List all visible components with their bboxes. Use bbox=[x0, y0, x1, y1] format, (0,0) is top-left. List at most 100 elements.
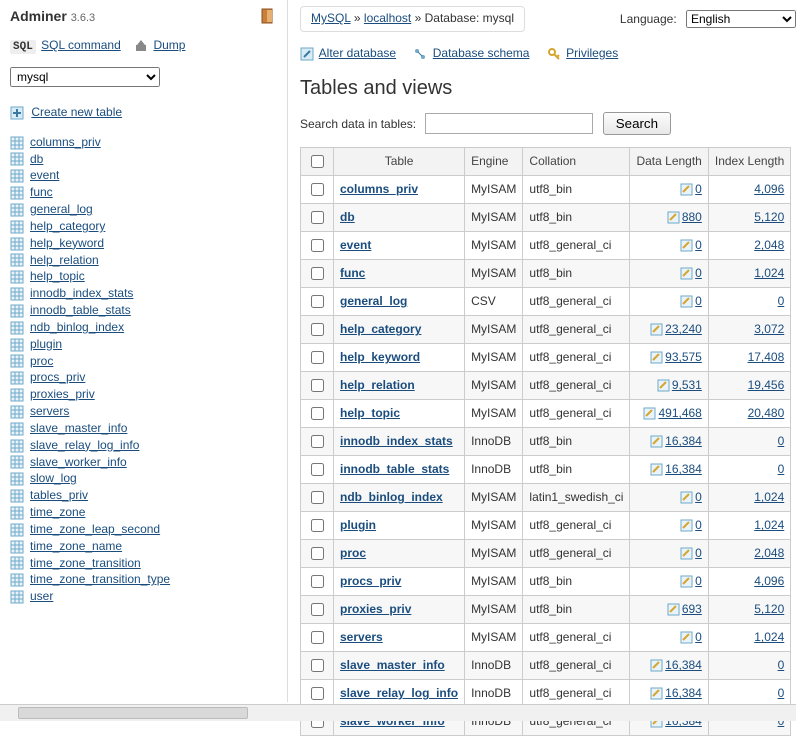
sidebar-table-link[interactable]: time_zone_name bbox=[10, 538, 277, 555]
sidebar-table-link[interactable]: slave_master_info bbox=[10, 420, 277, 437]
row-checkbox[interactable] bbox=[311, 491, 324, 504]
row-checkbox[interactable] bbox=[311, 351, 324, 364]
sidebar-table-link[interactable]: time_zone_transition_type bbox=[10, 571, 277, 588]
row-checkbox[interactable] bbox=[311, 631, 324, 644]
table-name-link[interactable]: columns_priv bbox=[340, 182, 418, 196]
sidebar-table-link[interactable]: time_zone_leap_second bbox=[10, 521, 277, 538]
data-length-link[interactable]: 16,384 bbox=[665, 686, 702, 700]
row-checkbox[interactable] bbox=[311, 407, 324, 420]
data-length-link[interactable]: 693 bbox=[682, 602, 702, 616]
row-checkbox[interactable] bbox=[311, 239, 324, 252]
index-length-link[interactable]: 0 bbox=[778, 462, 785, 476]
index-length-link[interactable]: 4,096 bbox=[754, 182, 784, 196]
table-name-link[interactable]: ndb_binlog_index bbox=[340, 490, 443, 504]
index-length-link[interactable]: 5,120 bbox=[754, 602, 784, 616]
table-name-link[interactable]: func bbox=[340, 266, 365, 280]
data-length-link[interactable]: 0 bbox=[695, 490, 702, 504]
sidebar-table-link[interactable]: columns_priv bbox=[10, 134, 277, 151]
crumb-host[interactable]: localhost bbox=[364, 11, 411, 25]
search-button[interactable]: Search bbox=[603, 112, 671, 135]
data-length-link[interactable]: 0 bbox=[695, 574, 702, 588]
sidebar-table-link[interactable]: func bbox=[10, 184, 277, 201]
data-length-link[interactable]: 16,384 bbox=[665, 434, 702, 448]
sidebar-table-link[interactable]: slave_worker_info bbox=[10, 454, 277, 471]
table-name-link[interactable]: proc bbox=[340, 546, 366, 560]
row-checkbox[interactable] bbox=[311, 295, 324, 308]
index-length-link[interactable]: 5,120 bbox=[754, 210, 784, 224]
data-length-link[interactable]: 93,575 bbox=[665, 350, 702, 364]
sidebar-table-link[interactable]: db bbox=[10, 151, 277, 168]
sidebar-table-link[interactable]: slow_log bbox=[10, 470, 277, 487]
index-length-link[interactable]: 2,048 bbox=[754, 238, 784, 252]
col-collation[interactable]: Collation bbox=[523, 147, 630, 175]
row-checkbox[interactable] bbox=[311, 519, 324, 532]
index-length-link[interactable]: 1,024 bbox=[754, 266, 784, 280]
sidebar-table-link[interactable]: general_log bbox=[10, 201, 277, 218]
col-data-length[interactable]: Data Length bbox=[630, 147, 708, 175]
privileges-link[interactable]: Privileges bbox=[566, 46, 618, 60]
table-name-link[interactable]: innodb_table_stats bbox=[340, 462, 449, 476]
index-length-link[interactable]: 19,456 bbox=[748, 378, 785, 392]
table-name-link[interactable]: innodb_index_stats bbox=[340, 434, 453, 448]
data-length-link[interactable]: 880 bbox=[682, 210, 702, 224]
data-length-link[interactable]: 0 bbox=[695, 546, 702, 560]
data-length-link[interactable]: 9,531 bbox=[672, 378, 702, 392]
sidebar-table-link[interactable]: help_topic bbox=[10, 268, 277, 285]
row-checkbox[interactable] bbox=[311, 379, 324, 392]
table-name-link[interactable]: servers bbox=[340, 630, 383, 644]
horizontal-scrollbar[interactable] bbox=[0, 704, 796, 721]
select-all-checkbox[interactable] bbox=[311, 155, 324, 168]
sidebar-table-link[interactable]: tables_priv bbox=[10, 487, 277, 504]
row-checkbox[interactable] bbox=[311, 603, 324, 616]
database-select[interactable]: mysql bbox=[10, 67, 160, 87]
index-length-link[interactable]: 2,048 bbox=[754, 546, 784, 560]
index-length-link[interactable]: 1,024 bbox=[754, 490, 784, 504]
data-length-link[interactable]: 0 bbox=[695, 294, 702, 308]
sidebar-table-link[interactable]: help_category bbox=[10, 218, 277, 235]
sidebar-table-link[interactable]: help_keyword bbox=[10, 235, 277, 252]
create-table-link[interactable]: Create new table bbox=[31, 105, 122, 119]
table-name-link[interactable]: help_keyword bbox=[340, 350, 420, 364]
table-name-link[interactable]: event bbox=[340, 238, 371, 252]
row-checkbox[interactable] bbox=[311, 267, 324, 280]
table-name-link[interactable]: procs_priv bbox=[340, 574, 401, 588]
index-length-link[interactable]: 0 bbox=[778, 434, 785, 448]
row-checkbox[interactable] bbox=[311, 687, 324, 700]
data-length-link[interactable]: 0 bbox=[695, 238, 702, 252]
index-length-link[interactable]: 20,480 bbox=[748, 406, 785, 420]
dump-link[interactable]: Dump bbox=[153, 38, 185, 52]
col-table[interactable]: Table bbox=[334, 147, 465, 175]
data-length-link[interactable]: 0 bbox=[695, 518, 702, 532]
sql-command-link[interactable]: SQL command bbox=[41, 38, 121, 52]
data-length-link[interactable]: 16,384 bbox=[665, 658, 702, 672]
database-schema-link[interactable]: Database schema bbox=[433, 46, 530, 60]
sidebar-table-link[interactable]: time_zone bbox=[10, 504, 277, 521]
sidebar-table-link[interactable]: event bbox=[10, 167, 277, 184]
table-name-link[interactable]: help_topic bbox=[340, 406, 400, 420]
table-name-link[interactable]: help_relation bbox=[340, 378, 415, 392]
sidebar-table-link[interactable]: procs_priv bbox=[10, 369, 277, 386]
col-index-length[interactable]: Index Length bbox=[708, 147, 790, 175]
index-length-link[interactable]: 17,408 bbox=[748, 350, 785, 364]
index-length-link[interactable]: 0 bbox=[778, 658, 785, 672]
search-input[interactable] bbox=[425, 113, 593, 134]
row-checkbox[interactable] bbox=[311, 183, 324, 196]
index-length-link[interactable]: 0 bbox=[778, 686, 785, 700]
sidebar-table-link[interactable]: ndb_binlog_index bbox=[10, 319, 277, 336]
table-name-link[interactable]: slave_master_info bbox=[340, 658, 445, 672]
logout-icon[interactable] bbox=[261, 8, 277, 24]
sidebar-table-link[interactable]: servers bbox=[10, 403, 277, 420]
table-name-link[interactable]: slave_relay_log_info bbox=[340, 686, 458, 700]
sidebar-table-link[interactable]: slave_relay_log_info bbox=[10, 437, 277, 454]
index-length-link[interactable]: 3,072 bbox=[754, 322, 784, 336]
data-length-link[interactable]: 23,240 bbox=[665, 322, 702, 336]
index-length-link[interactable]: 4,096 bbox=[754, 574, 784, 588]
table-name-link[interactable]: plugin bbox=[340, 518, 376, 532]
table-name-link[interactable]: general_log bbox=[340, 294, 407, 308]
row-checkbox[interactable] bbox=[311, 435, 324, 448]
sidebar-table-link[interactable]: help_relation bbox=[10, 252, 277, 269]
table-name-link[interactable]: help_category bbox=[340, 322, 421, 336]
sidebar-table-link[interactable]: innodb_index_stats bbox=[10, 285, 277, 302]
sidebar-table-link[interactable]: user bbox=[10, 588, 277, 605]
index-length-link[interactable]: 1,024 bbox=[754, 518, 784, 532]
